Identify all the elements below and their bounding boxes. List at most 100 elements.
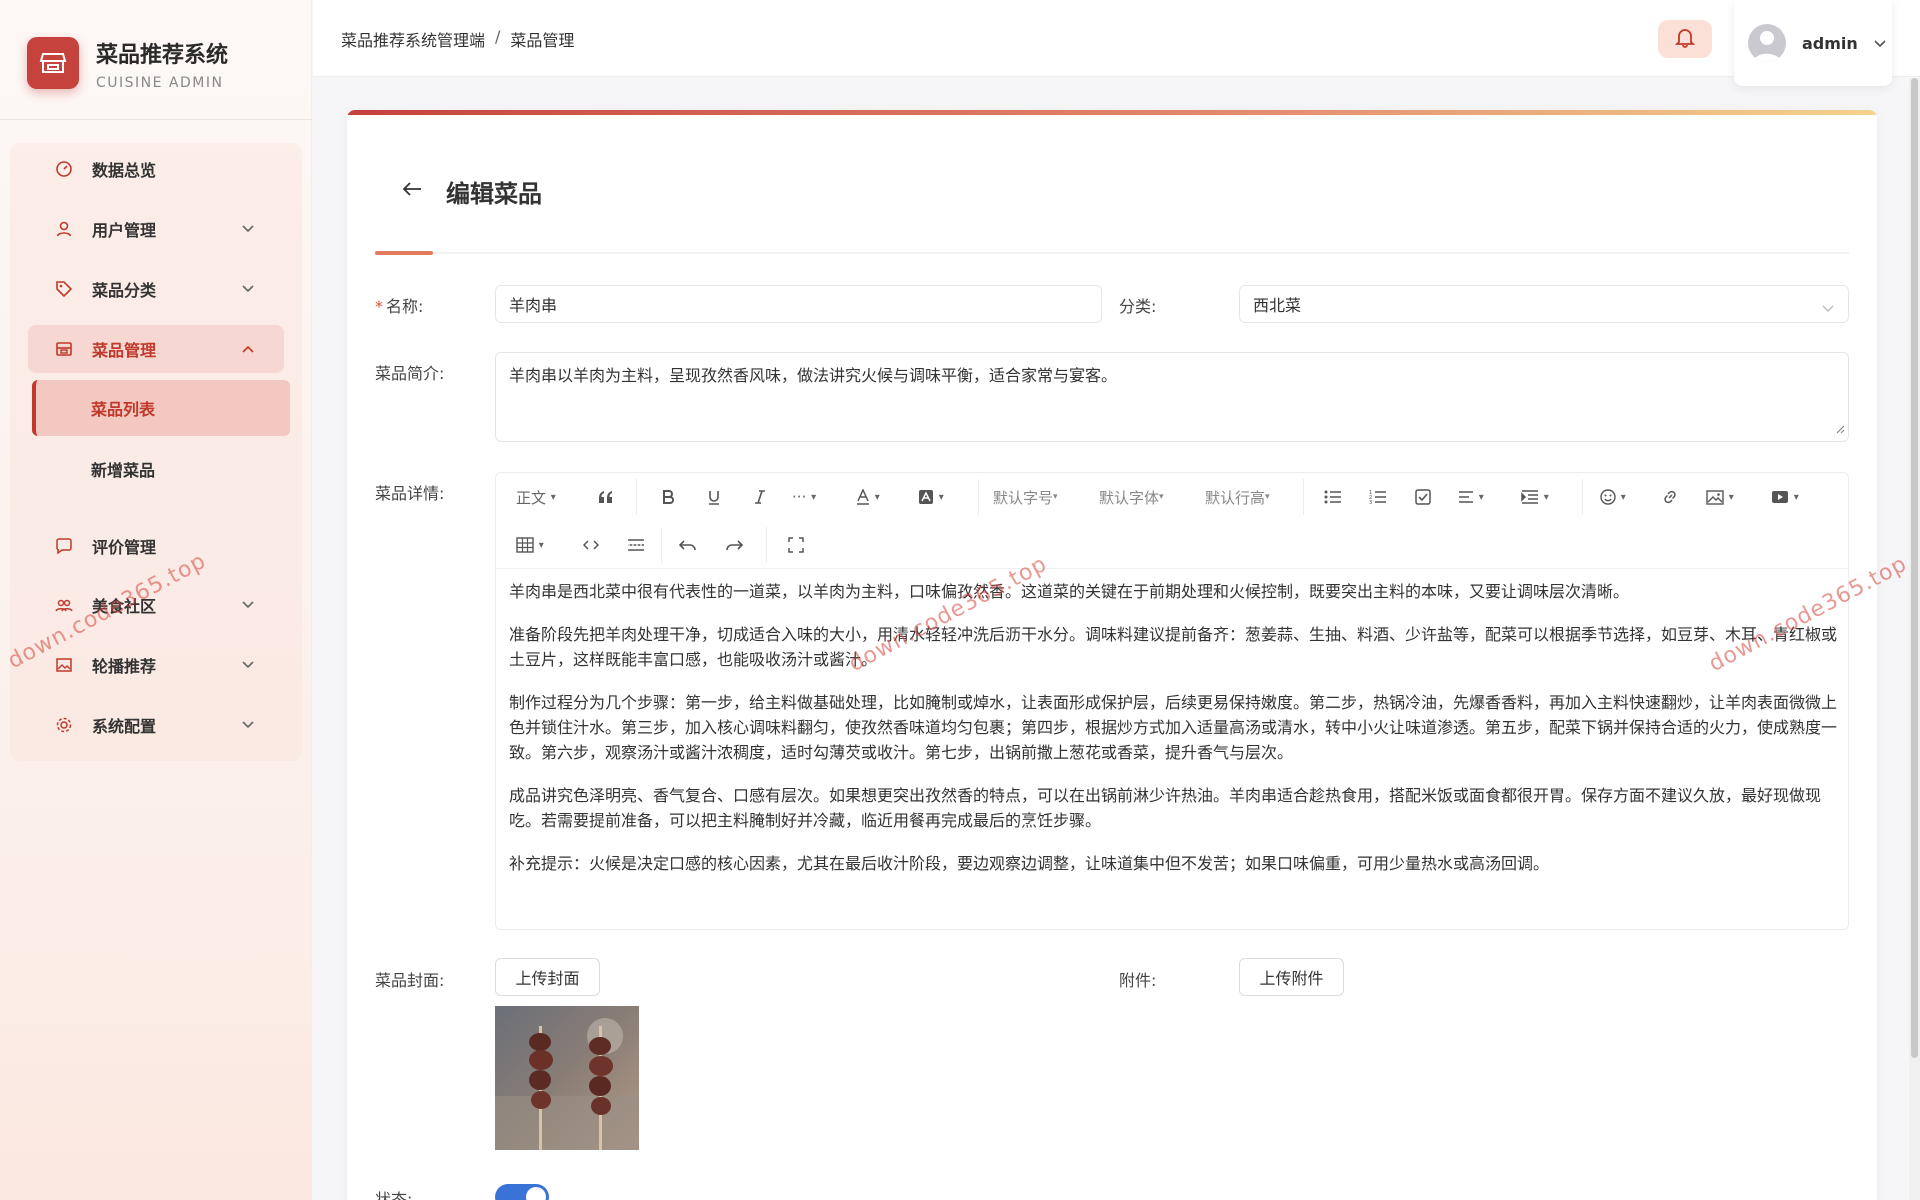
paragraph-select[interactable]: 正文 ▾ <box>516 482 556 512</box>
chevron-down-icon <box>242 282 256 296</box>
sidebar-item-label: 系统配置 <box>92 717 157 736</box>
notification-button[interactable] <box>1658 20 1712 58</box>
toolbar-divider <box>1582 479 1583 515</box>
rich-text-editor: 正文 ▾ ··· ▾ ▾ ▾ 默认字号 ▾ 默认字体 ▾ 默认行高 ▾ 123 ▾ ▾… <box>495 472 1849 930</box>
editor-content[interactable]: 羊肉串是西北菜中很有代表性的一道菜，以羊肉为主料，口味偏孜然香。这道菜的关键在于… <box>509 579 1839 894</box>
sidebar: 菜品推荐系统 CUISINE ADMIN 数据总览 用户管理 菜品分类 菜品管理… <box>0 0 312 1200</box>
sidebar-item-dashboard[interactable]: 数据总览 <box>28 145 284 193</box>
breadcrumb: 菜品推荐系统管理端 / 菜品管理 <box>341 27 574 51</box>
line-height-select[interactable]: 默认行高 ▾ <box>1205 482 1270 512</box>
gear-icon <box>46 716 82 734</box>
indent-icon[interactable]: ▾ <box>1521 482 1549 512</box>
bold-icon[interactable] <box>656 482 680 512</box>
checkbox-list-icon[interactable] <box>1411 482 1435 512</box>
toolbar-divider <box>766 527 767 563</box>
fullscreen-icon[interactable] <box>784 530 808 560</box>
name-label: * 名称: <box>375 297 424 316</box>
sidebar-item-label: 菜品管理 <box>92 341 157 360</box>
code-icon[interactable] <box>579 530 603 560</box>
breadcrumb-item: 菜品管理 <box>510 31 575 50</box>
chevron-down-icon <box>242 718 256 732</box>
bulleted-list-icon[interactable] <box>1321 482 1345 512</box>
quote-icon[interactable] <box>594 482 618 512</box>
cover-label: 菜品封面: <box>375 971 445 990</box>
insert-video-icon[interactable]: ▾ <box>1771 482 1799 512</box>
cover-image <box>495 1006 639 1150</box>
category-value: 西北菜 <box>1253 296 1302 315</box>
svg-text:3: 3 <box>1369 500 1372 505</box>
user-menu[interactable]: admin <box>1734 0 1892 86</box>
upload-cover-button[interactable]: 上传封面 <box>495 958 600 996</box>
chevron-down-icon <box>1874 33 1886 53</box>
paragraph: 制作过程分为几个步骤：第一步，给主料做基础处理，比如腌制或焯水，让表面形成保护层… <box>509 693 1838 762</box>
editor-toolbar: 正文 ▾ ··· ▾ ▾ ▾ 默认字号 ▾ 默认字体 ▾ 默认行高 ▾ 123 ▾ ▾… <box>496 473 1848 569</box>
sidebar-item-dish-management[interactable]: 菜品管理 <box>28 325 284 373</box>
divider-icon[interactable] <box>624 530 648 560</box>
chevron-down-icon <box>1822 298 1834 317</box>
sidebar-item-users[interactable]: 用户管理 <box>28 205 284 253</box>
back-button[interactable] <box>397 176 427 206</box>
avatar <box>1748 24 1786 62</box>
link-icon[interactable] <box>1658 482 1682 512</box>
divider <box>375 252 1849 254</box>
undo-icon[interactable] <box>676 530 700 560</box>
underline-icon[interactable] <box>702 482 726 512</box>
upload-attachment-button[interactable]: 上传附件 <box>1239 958 1344 996</box>
emoji-icon[interactable]: ▾ <box>1600 482 1626 512</box>
paragraph: 准备阶段先把羊肉处理干净，切成适合入味的大小，用清水轻轻冲洗后沥干水分。调味料建… <box>509 625 1838 669</box>
insert-image-icon[interactable]: ▾ <box>1706 482 1734 512</box>
breadcrumb-item[interactable]: 菜品推荐系统管理端 <box>341 27 485 51</box>
breadcrumb-separator: / <box>495 27 501 46</box>
sidebar-item-settings[interactable]: 系统配置 <box>28 701 284 749</box>
category-label: 分类: <box>1119 297 1157 316</box>
image-icon <box>46 656 82 674</box>
community-icon <box>46 596 82 614</box>
chevron-up-icon <box>242 342 256 356</box>
bg-color-icon[interactable]: ▾ <box>918 482 944 512</box>
title-accent <box>375 251 433 255</box>
page-scrollbar-thumb[interactable] <box>1911 78 1918 1058</box>
chevron-down-icon <box>242 658 256 672</box>
resize-handle-icon[interactable] <box>1835 419 1845 438</box>
sidebar-item-label: 轮播推荐 <box>92 657 157 676</box>
category-select[interactable]: 西北菜 <box>1239 285 1849 323</box>
intro-textarea[interactable]: 羊肉串以羊肉为主料，呈现孜然香风味，做法讲究火候与调味平衡，适合家常与宴客。 <box>495 352 1849 442</box>
redo-icon[interactable] <box>722 530 746 560</box>
sidebar-subitem-dish-list[interactable]: 菜品列表 <box>32 380 290 436</box>
sidebar-item-reviews[interactable]: 评价管理 <box>28 522 284 570</box>
store-logo-icon <box>27 37 79 89</box>
top-header: 菜品推荐系统管理端 / 菜品管理 admin <box>313 0 1920 86</box>
sidebar-item-carousel[interactable]: 轮播推荐 <box>28 641 284 689</box>
paragraph: 成品讲究色泽明亮、香气复合、口感有层次。如果想更突出孜然香的特点，可以在出锅前淋… <box>509 786 1822 830</box>
name-input[interactable]: 羊肉串 <box>495 285 1102 323</box>
dish-icon <box>46 340 82 358</box>
font-family-select[interactable]: 默认字体 ▾ <box>1099 482 1164 512</box>
attachment-label: 附件: <box>1119 971 1157 990</box>
tag-icon <box>46 280 82 298</box>
font-size-select[interactable]: 默认字号 ▾ <box>993 482 1058 512</box>
table-icon[interactable]: ▾ <box>516 530 544 560</box>
italic-icon[interactable] <box>748 482 772 512</box>
status-label: 状态: <box>375 1190 413 1200</box>
sidebar-item-label: 菜品分类 <box>92 281 157 300</box>
bell-icon <box>1674 26 1696 53</box>
toolbar-divider <box>1303 479 1304 515</box>
edit-dish-card: 编辑菜品 * 名称: 羊肉串 分类: 西北菜 菜品简介: 羊肉串以羊肉为主料，呈现… <box>347 110 1877 1200</box>
sidebar-subitem-add-dish[interactable]: 新增菜品 <box>32 441 290 497</box>
username: admin <box>1802 33 1858 53</box>
user-icon <box>46 220 82 238</box>
toolbar-divider <box>978 479 979 515</box>
font-color-icon[interactable]: ▾ <box>856 482 880 512</box>
comment-icon <box>46 537 82 555</box>
paragraph: 补充提示：火候是决定口感的核心因素，尤其在最后收汁阶段，要边观察边调整，让味道集… <box>509 854 1550 873</box>
status-toggle[interactable] <box>495 1184 549 1200</box>
app-subtitle: CUISINE ADMIN <box>96 75 224 91</box>
toolbar-divider <box>636 479 637 515</box>
arrow-left-icon <box>402 181 422 202</box>
more-format-icon[interactable]: ··· ▾ <box>792 482 816 512</box>
sidebar-item-label: 用户管理 <box>92 221 157 240</box>
numbered-list-icon[interactable]: 123 <box>1366 482 1390 512</box>
page-title: 编辑菜品 <box>446 180 542 208</box>
align-icon[interactable]: ▾ <box>1458 482 1484 512</box>
sidebar-item-categories[interactable]: 菜品分类 <box>28 265 284 313</box>
